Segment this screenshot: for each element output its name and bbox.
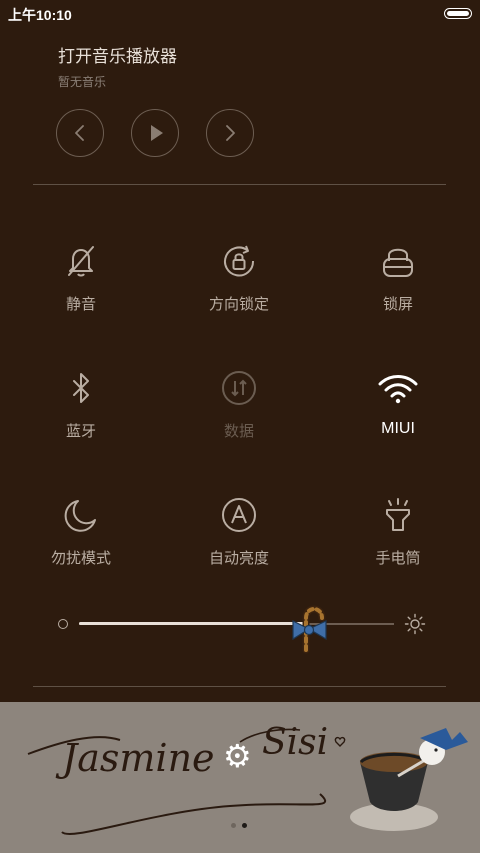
slider-thumb[interactable] [286,596,332,656]
music-subtitle: 暂无音乐 [58,75,107,89]
flashlight-icon [386,498,410,531]
slider-fill [79,622,309,625]
clock: 上午10:10 [8,7,72,23]
play-button[interactable] [131,109,179,157]
battery-icon [444,8,472,19]
page-indicator [228,813,250,832]
chevron-right-icon [226,125,235,141]
toggle-flashlight[interactable]: 手电筒 [338,495,458,568]
toggle-label: 静音 [65,295,96,313]
toggle-label: 锁屏 [382,295,413,313]
brightness-slider[interactable] [56,605,426,654]
bluetooth-icon [73,373,89,403]
chevron-left-icon [75,125,84,141]
rotation-lock-icon [224,245,255,277]
toggle-label: 蓝牙 [65,422,96,440]
moon-icon [64,500,96,532]
next-button[interactable] [206,109,254,157]
banner-text-right: Sisi [262,722,329,763]
page-dot [231,823,236,828]
wifi-icon [378,375,418,404]
toggle-label: MIUI [381,420,415,437]
toggle-lock-screen[interactable]: 锁屏 [338,241,458,314]
divider [33,184,446,185]
play-icon [151,125,163,141]
auto-brightness-icon [222,498,256,532]
toggle-do-not-disturb[interactable]: 勿扰模式 [21,495,141,568]
brightness-high-icon [404,613,426,635]
toggle-mute[interactable]: 静音 [21,241,141,314]
music-widget[interactable]: 打开音乐播放器 暂无音乐 [58,42,177,90]
gear-icon[interactable]: ⚙ [223,740,252,772]
toggle-mobile-data[interactable]: 数据 [179,368,299,441]
bell-off-icon [68,246,94,277]
theme-banner[interactable]: Jasmine ⚙ Sisi [0,702,480,853]
status-bar: 上午10:10 [0,0,480,28]
toggle-rotation-lock[interactable]: 方向锁定 [179,241,299,314]
music-title[interactable]: 打开音乐播放器 [58,42,177,67]
page-dot-active [242,823,247,828]
divider [33,686,446,687]
previous-button[interactable] [56,109,104,157]
toggle-bluetooth[interactable]: 蓝牙 [21,368,141,441]
toggle-label: 方向锁定 [208,295,269,313]
toggle-auto-brightness[interactable]: 自动亮度 [179,495,299,568]
toggle-label: 勿扰模式 [50,549,111,567]
brightness-low-icon [58,619,68,629]
toggle-label: 手电筒 [375,549,421,567]
mobile-data-icon [222,371,256,405]
banner-text-left: Jasmine [62,736,215,780]
toggle-wifi[interactable]: MIUI [338,368,458,438]
lock-icon [383,248,413,277]
toggle-label: 自动亮度 [208,549,269,567]
toggle-label: 数据 [223,422,254,440]
